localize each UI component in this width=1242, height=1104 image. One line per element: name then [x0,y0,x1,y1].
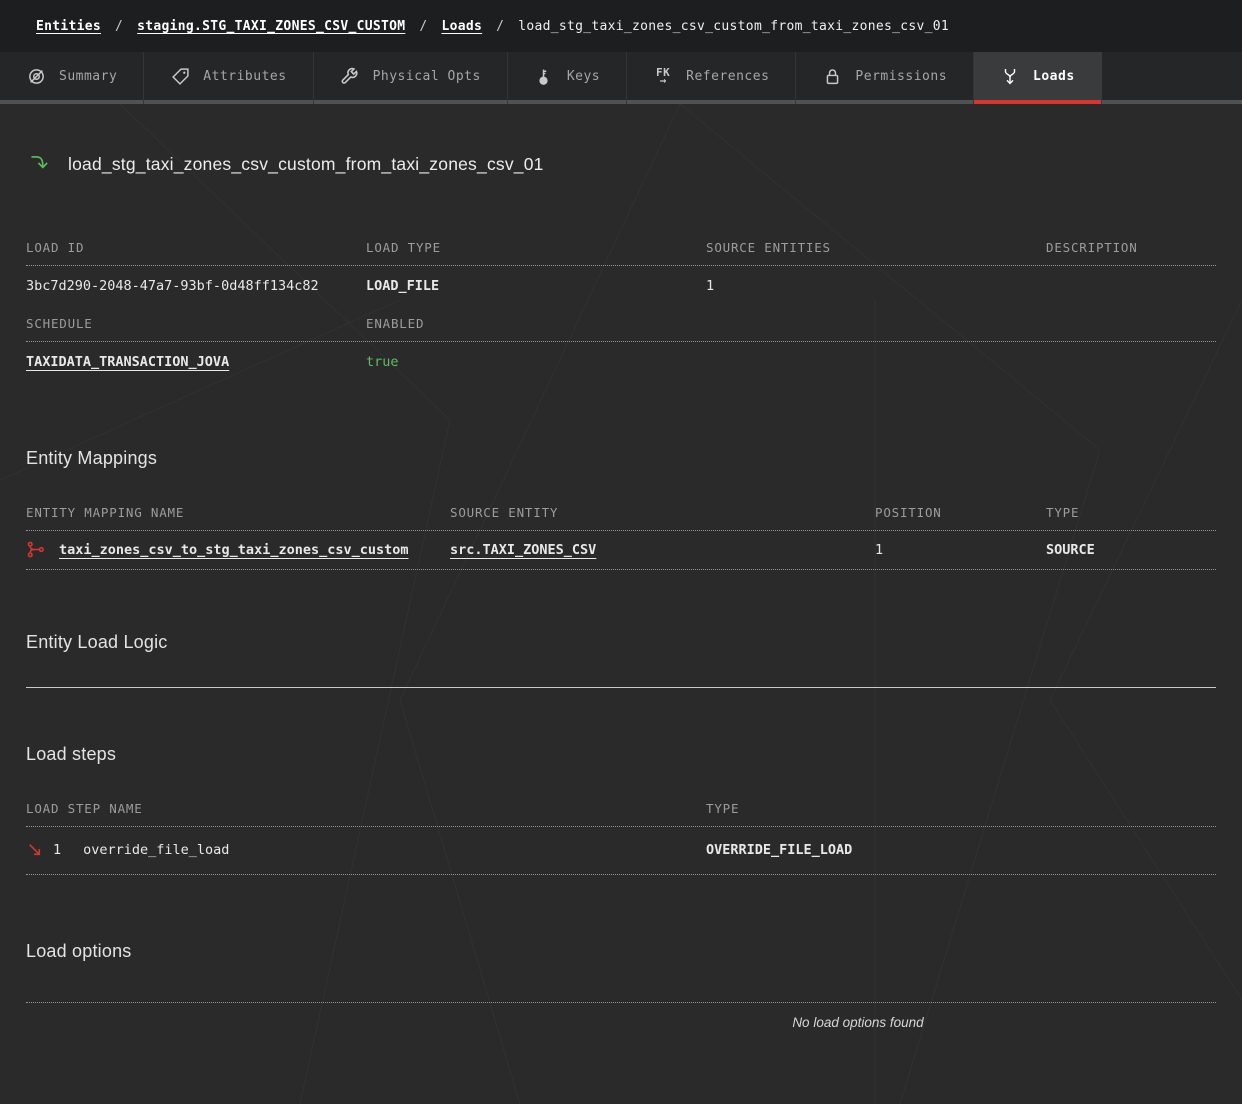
tab-label: Physical Opts [373,69,481,84]
load-id-value: 3bc7d290-2048-47a7-93bf-0d48ff134c82 [26,278,366,294]
entity-tab-bar: Summary Attributes Physical Opts [0,52,1242,104]
load-step-name-header: LOAD STEP NAME [26,801,706,816]
load-options-divider [26,1002,1216,1003]
summary-icon [26,66,46,86]
load-step-type-header: TYPE [706,801,1216,816]
source-entities-header: SOURCE ENTITIES [706,240,1046,255]
load-id-header: LOAD ID [26,240,366,255]
tab-keys[interactable]: Keys [508,52,627,104]
schedule-header-row: SCHEDULE ENABLED [26,316,1216,342]
tag-icon [170,66,190,86]
tab-label: Keys [567,69,600,84]
mapping-fork-icon [26,540,45,559]
wrench-icon [340,66,360,86]
schedule-link[interactable]: TAXIDATA_TRANSACTION_JOVA [26,354,229,370]
active-tab-underline [974,100,1101,104]
foreign-key-icon: FK → [653,66,673,86]
schedule-header: SCHEDULE [26,316,366,331]
load-type-value: LOAD_FILE [366,278,706,294]
load-step-name-value: override_file_load [83,842,229,858]
breadcrumb-separator: / [496,19,504,34]
tab-label: Permissions [855,69,947,84]
tab-label: References [686,69,769,84]
load-details-header-row: LOAD ID LOAD TYPE SOURCE ENTITIES DESCRI… [26,240,1216,266]
load-type-header: LOAD TYPE [366,240,706,255]
source-entity-link[interactable]: src.TAXI_ZONES_CSV [450,542,596,558]
mapping-type-value: SOURCE [1046,542,1216,558]
tab-references[interactable]: FK → References [627,52,796,104]
load-step-row: 1 override_file_load OVERRIDE_FILE_LOAD [26,827,1216,875]
tab-label: Loads [1033,69,1075,84]
enabled-header: ENABLED [366,316,706,331]
lock-icon [822,66,842,86]
mapping-position-value: 1 [875,542,1046,558]
enabled-value: true [366,354,706,370]
source-entity-header: SOURCE ENTITY [450,505,875,520]
tab-physical-opts[interactable]: Physical Opts [314,52,508,104]
breadcrumb-separator: / [419,19,427,34]
load-steps-heading: Load steps [26,744,1216,765]
page-title: load_stg_taxi_zones_csv_custom_from_taxi… [68,154,544,175]
load-arrow-icon [1000,66,1020,86]
entity-mapping-name-link[interactable]: taxi_zones_csv_to_stg_taxi_zones_csv_cus… [59,543,415,557]
tab-summary[interactable]: Summary [0,52,144,104]
mapping-type-header: TYPE [1046,505,1216,520]
load-title-icon [26,151,52,177]
load-details-value-row: 3bc7d290-2048-47a7-93bf-0d48ff134c82 LOA… [26,266,1216,310]
position-header: POSITION [875,505,1046,520]
tab-label: Summary [59,69,117,84]
schedule-value-row: TAXIDATA_TRANSACTION_JOVA true [26,342,1216,386]
load-steps-header-row: LOAD STEP NAME TYPE [26,801,1216,827]
load-options-empty-message: No load options found [263,1015,1242,1030]
entity-mappings-header-row: ENTITY MAPPING NAME SOURCE ENTITY POSITI… [26,505,1216,531]
tab-permissions[interactable]: Permissions [796,52,974,104]
breadcrumb-current-load: load_stg_taxi_zones_csv_custom_from_taxi… [518,19,949,34]
load-step-type-value: OVERRIDE_FILE_LOAD [706,842,1216,858]
breadcrumb-separator: / [115,19,123,34]
entity-mapping-row: taxi_zones_csv_to_stg_taxi_zones_csv_cus… [26,531,1216,570]
source-entities-value: 1 [706,278,1046,294]
breadcrumb-loads[interactable]: Loads [441,19,482,34]
key-icon [534,66,554,86]
entity-load-logic-divider [26,687,1216,688]
tab-label: Attributes [203,69,286,84]
breadcrumb-entity[interactable]: staging.STG_TAXI_ZONES_CSV_CUSTOM [137,19,405,34]
entity-mapping-name-header: ENTITY MAPPING NAME [26,505,450,520]
load-step-index: 1 [53,842,61,858]
entity-mappings-heading: Entity Mappings [26,448,1216,469]
description-value [1046,278,1216,294]
breadcrumb-entities[interactable]: Entities [36,19,101,34]
tab-loads[interactable]: Loads [974,52,1102,104]
description-header: DESCRIPTION [1046,240,1216,255]
tab-attributes[interactable]: Attributes [144,52,313,104]
entity-load-logic-heading: Entity Load Logic [26,632,1216,653]
step-arrow-icon [26,841,43,858]
breadcrumb: Entities / staging.STG_TAXI_ZONES_CSV_CU… [0,0,1242,52]
load-options-heading: Load options [26,941,1216,962]
